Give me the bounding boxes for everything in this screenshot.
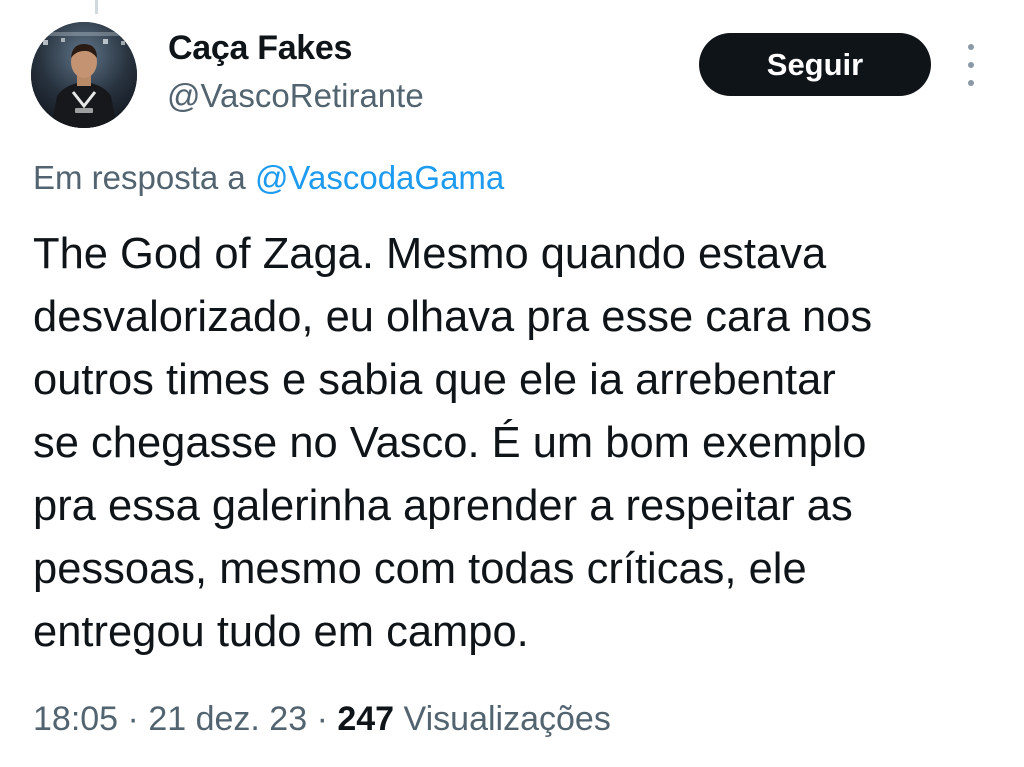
tweet-line: pessoas, mesmo com todas críticas, ele [33,545,807,593]
tweet-line: pra essa galerinha aprender a respeitar … [33,482,853,530]
views-count: 247 [337,700,395,738]
tweet-time[interactable]: 18:05 [33,700,118,738]
tweet-line: The God of Zaga. Mesmo quando estava [33,230,827,278]
reply-mention-link[interactable]: @VascodaGama [255,159,504,196]
user-handle[interactable]: @VascoRetirante [167,74,424,118]
follow-button[interactable]: Seguir [699,33,931,96]
more-dot [968,62,974,68]
views-label: Visualizações [403,700,611,738]
meta-separator: · [316,700,328,738]
more-vertical-icon[interactable] [959,44,983,86]
thread-connector-line [95,0,98,14]
more-dot [968,80,974,86]
tweet-line: desvalorizado, eu olhava pra esse cara n… [33,293,873,341]
tweet-line: entregou tudo em campo. [33,608,529,656]
avatar-photo [31,22,137,128]
tweet-text: The God of Zaga. Mesmo quando estava des… [33,223,993,664]
more-dot [968,44,974,50]
tweet-line: se chegasse no Vasco. É um bom exemplo [33,419,867,467]
meta-separator: · [127,700,139,738]
display-name[interactable]: Caça Fakes [168,26,352,70]
reply-prefix: Em resposta a [33,159,246,196]
tweet-date[interactable]: 21 dez. 23 [148,700,307,738]
tweet-line: outros times e sabia que ele ia arrebent… [33,356,836,404]
reply-context: Em resposta a @VascodaGama [33,156,504,200]
avatar[interactable] [31,22,137,128]
tweet-metadata: 18:05 · 21 dez. 23 · 247 Visualizações [33,696,611,742]
